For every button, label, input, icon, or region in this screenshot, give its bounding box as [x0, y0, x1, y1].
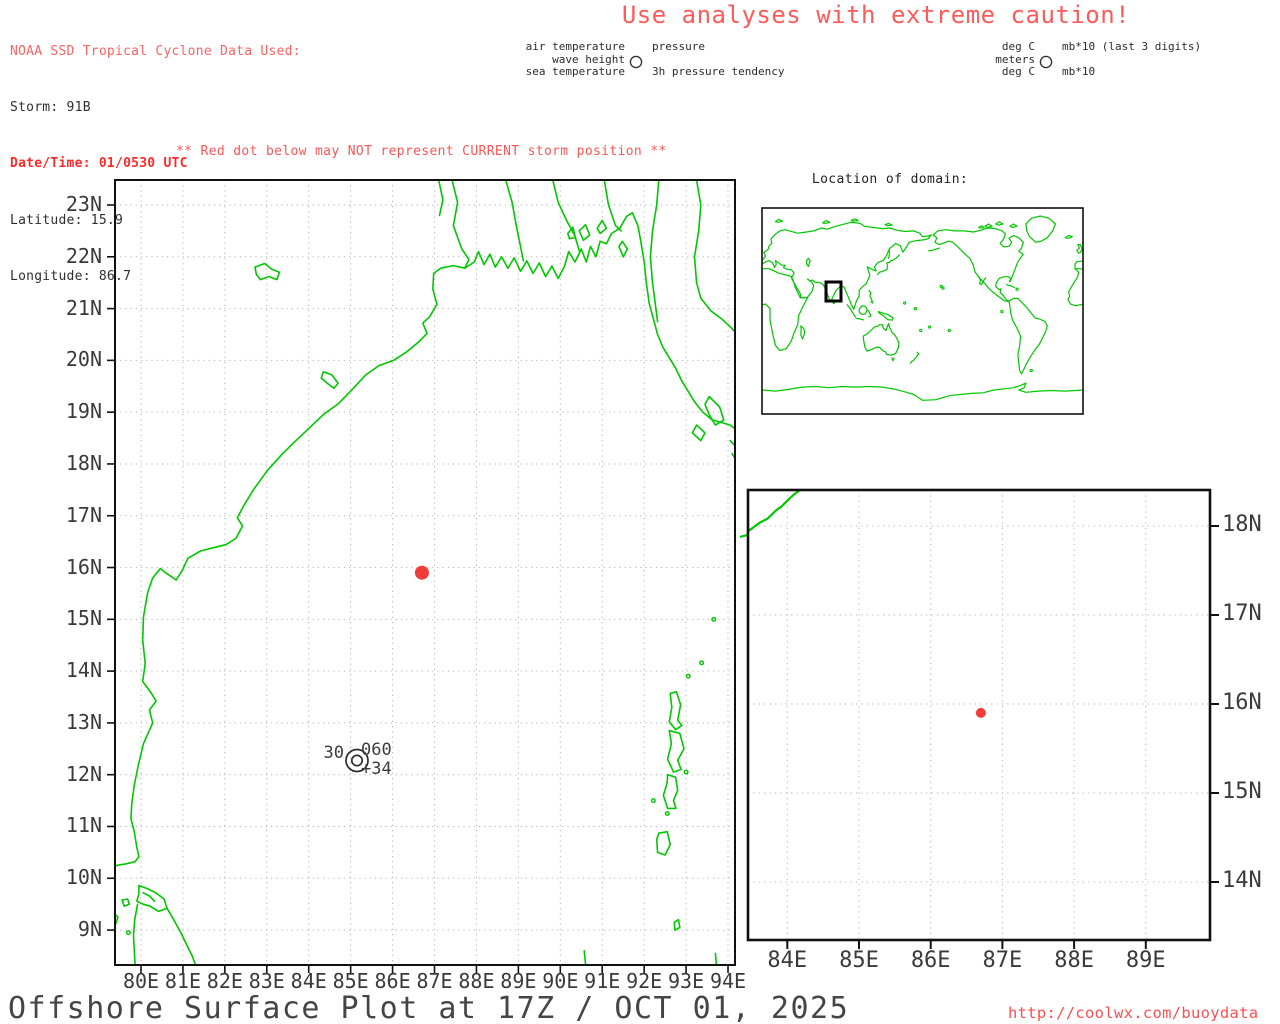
main-map-lat-label: 17N — [65, 502, 102, 527]
legend-air-temperature: air temperature — [525, 40, 625, 53]
storm-position-warning: ** Red dot below may NOT represent CURRE… — [176, 144, 667, 159]
zoom-map — [740, 488, 1219, 949]
zoom-map-lon-label: 89E — [1125, 948, 1166, 973]
main-map-lon-label: 94E — [709, 969, 747, 993]
legend-unit-mb10-last3: mb*10 (last 3 digits) — [1062, 40, 1202, 53]
main-map-lat-label: 9N — [77, 917, 102, 942]
main-map-lat-label: 15N — [65, 606, 102, 631]
storm-info-storm: Storm: 91B — [10, 99, 91, 115]
zoom-map-lat-label: 16N — [1222, 690, 1262, 715]
legend-sea-temperature: sea temperature — [525, 65, 625, 79]
world-map-frame — [761, 207, 1084, 415]
storm-info-source: NOAA SSD Tropical Cyclone Data Used: — [10, 43, 301, 59]
main-map-lat-label: 20N — [65, 347, 102, 372]
plot-title: Offshore Surface Plot at 17Z / OCT 01, 2… — [8, 991, 850, 1024]
caution-banner: Use analyses with extreme caution! — [621, 1, 1131, 29]
zoom-map-lon-label: 88E — [1054, 948, 1094, 973]
zoom-map-lat-label: 15N — [1222, 779, 1262, 804]
station-pressure-tendency-value: +34 — [361, 759, 392, 779]
main-map-lat-label: 11N — [65, 813, 102, 838]
storm-position-dot-zoom — [975, 707, 986, 718]
main-map-lat-label: 21N — [65, 295, 102, 320]
zoom-map-coastlines — [740, 489, 801, 538]
main-map-lat-label: 13N — [65, 709, 102, 734]
world-coastlines — [761, 215, 1084, 401]
main-map-lat-label: 10N — [65, 865, 102, 890]
station-air-temperature-value: 30 — [324, 743, 344, 763]
legend-pressure: pressure — [652, 40, 705, 53]
station-plot: 30 060 +34 — [324, 740, 392, 779]
domain-location-box — [824, 280, 843, 303]
main-map: 30 060 +34 — [107, 179, 736, 973]
source-url[interactable]: http://coolwx.com/buoydata — [1008, 1004, 1258, 1022]
main-map-lat-label: 23N — [65, 192, 102, 216]
main-map-lat-label: 19N — [65, 399, 102, 424]
legend-unit-mb10: mb*10 — [1062, 65, 1096, 79]
world-locator-map — [761, 207, 1084, 415]
legend-unit-degc-bottom: deg C — [1001, 65, 1035, 79]
main-map-ticks — [107, 204, 729, 973]
zoom-map-lon-label: 87E — [982, 948, 1023, 973]
station-model-legend-units: deg C mb*10 (last 3 digits) meters deg C… — [975, 40, 1235, 79]
zoom-map-lat-label: 14N — [1222, 868, 1262, 893]
zoom-map-ticks — [786, 525, 1219, 949]
offshore-surface-plot-page: NOAA SSD Tropical Cyclone Data Used: Sto… — [0, 0, 1280, 1024]
storm-position-dot — [414, 565, 429, 580]
zoom-map-lon-label: 84E — [767, 948, 808, 973]
domain-inset-title: Location of domain: — [811, 172, 969, 187]
main-map-lat-label: 14N — [65, 658, 102, 683]
main-map-lat-label: 22N — [65, 243, 102, 268]
main-map-lat-label: 18N — [65, 450, 102, 475]
zoom-map-lon-label: 86E — [910, 948, 951, 973]
zoom-map-lon-label: 85E — [839, 948, 879, 973]
zoom-map-lat-label: 18N — [1222, 512, 1262, 537]
station-model-legend-parameters: air temperature pressure wave height sea… — [500, 40, 805, 79]
main-map-lat-label: 16N — [65, 554, 102, 579]
zoom-map-lat-label: 17N — [1222, 601, 1262, 626]
legend-unit-degc-top: deg C — [1001, 40, 1035, 53]
legend-3h-pressure-tendency: 3h pressure tendency — [652, 65, 785, 79]
main-map-lat-label: 12N — [65, 761, 102, 786]
station-pressure-value: 060 — [361, 740, 392, 760]
